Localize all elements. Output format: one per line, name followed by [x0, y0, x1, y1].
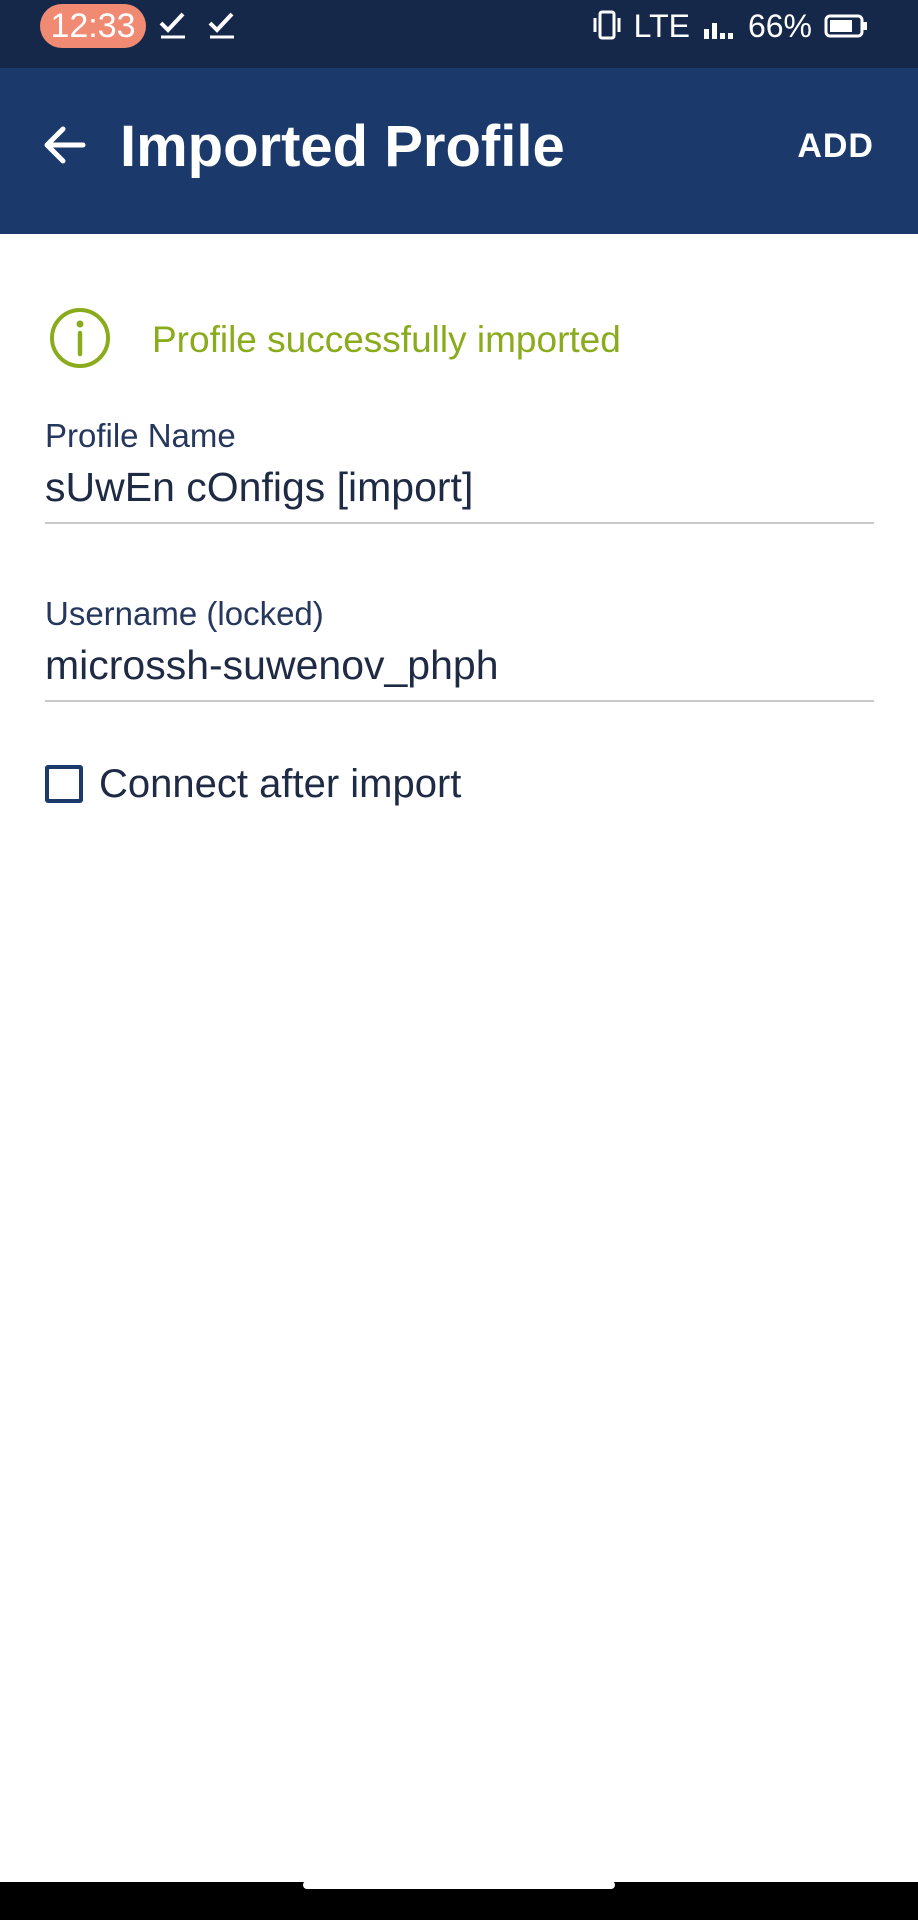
arrow-left-icon — [43, 125, 87, 170]
import-success-notice: Profile successfully imported — [48, 306, 621, 375]
vibrate-icon — [592, 9, 622, 43]
info-circle-icon — [48, 306, 112, 375]
check-icon — [207, 10, 237, 40]
battery-icon — [824, 14, 868, 38]
app-bar: Imported Profile ADD — [0, 68, 918, 234]
status-bar: 12:33 LTE 66% — [0, 0, 918, 68]
connect-after-import-checkbox[interactable]: Connect after import — [45, 758, 461, 810]
username-label: Username (locked) — [45, 595, 324, 632]
battery-percent: 66% — [747, 7, 812, 44]
connect-after-import-label: Connect after import — [99, 761, 462, 806]
network-type: LTE — [633, 7, 690, 44]
status-time: 12:33 — [40, 4, 146, 48]
add-button[interactable]: ADD — [797, 124, 874, 168]
username-field: Username (locked) — [45, 594, 874, 702]
success-message: Profile successfully imported — [152, 319, 621, 360]
page-title: Imported Profile — [120, 114, 565, 179]
status-indicators: LTE 66% — [592, 6, 868, 46]
home-indicator[interactable] — [303, 1881, 615, 1889]
signal-icon — [702, 13, 736, 39]
back-button[interactable] — [36, 118, 94, 176]
profile-name-field: Profile Name — [45, 416, 874, 524]
profile-name-label: Profile Name — [45, 417, 236, 454]
check-icon — [158, 10, 188, 40]
checkbox-box[interactable] — [45, 765, 83, 803]
username-input[interactable] — [45, 640, 874, 702]
profile-name-input[interactable] — [45, 462, 874, 524]
